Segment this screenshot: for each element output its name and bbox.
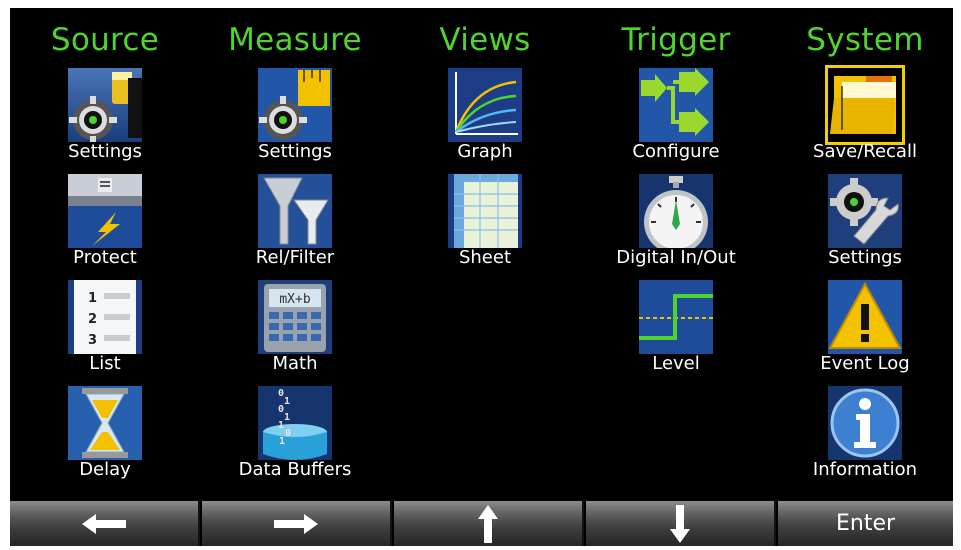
arrow-up-icon [478,504,498,543]
source-settings-tile[interactable]: Settings [50,68,160,170]
trigger-heading: Trigger [621,22,731,58]
folder-icon [825,65,905,145]
digital-io-label: Digital In/Out [616,247,736,268]
delay-tile[interactable]: Delay [50,386,160,488]
event-log-label: Event Log [820,353,910,374]
sheet-tile[interactable]: Sheet [430,174,540,276]
source-heading: Source [50,22,160,58]
up-softkey[interactable] [394,501,584,546]
save-recall-tile[interactable]: Save/Recall [810,65,920,170]
rel-filter-label: Rel/Filter [255,247,335,268]
svg-text:1: 1 [278,420,284,431]
data-buffers-label: Data Buffers [238,459,352,480]
information-label: Information [812,459,918,480]
protect-label: Protect [73,247,137,268]
info-icon [828,386,902,460]
math-tile[interactable]: mX+b Math [240,280,350,382]
level-waveform-icon [639,280,713,354]
save-recall-label: Save/Recall [813,141,917,162]
source-settings-icon [68,68,142,142]
svg-text:1: 1 [88,291,97,306]
math-label: Math [272,353,318,374]
instrument-menu-screen: Source Settings Protect 1 2 3 List Delay… [10,8,953,546]
trigger-configure-label: Configure [632,141,720,162]
data-buffers-icon: 010 1101 [258,386,332,460]
stopwatch-icon [639,174,713,248]
information-tile[interactable]: Information [810,386,920,488]
svg-text:1: 1 [284,396,290,407]
down-softkey[interactable] [586,501,776,546]
svg-text:1: 1 [284,412,290,423]
protect-icon [68,174,142,248]
level-label: Level [652,353,700,374]
enter-label: Enter [835,511,896,536]
arrow-down-icon [670,504,690,543]
svg-text:1: 1 [279,436,285,447]
graph-icon [448,68,522,142]
enter-softkey[interactable]: Enter [778,501,953,546]
system-settings-icon [828,174,902,248]
hourglass-icon [68,386,142,460]
svg-text:2: 2 [88,312,97,327]
softkey-bar: Enter [10,501,953,546]
graph-label: Graph [457,141,513,162]
right-softkey[interactable] [202,501,392,546]
calculator-icon: mX+b [258,280,332,354]
sheet-label: Sheet [458,247,512,268]
delay-label: Delay [79,459,131,480]
trigger-configure-tile[interactable]: Configure [621,68,731,170]
arrow-left-icon [82,513,126,534]
event-log-tile[interactable]: Event Log [810,280,920,382]
source-settings-label: Settings [68,141,142,162]
digital-io-tile[interactable]: Digital In/Out [616,174,736,276]
measure-settings-icon [258,68,332,142]
list-label: List [89,353,121,374]
measure-settings-tile[interactable]: Settings [240,68,350,170]
measure-settings-label: Settings [258,141,332,162]
sheet-icon [448,174,522,248]
graph-tile[interactable]: Graph [430,68,540,170]
arrow-right-icon [274,513,318,534]
list-tile[interactable]: 1 2 3 List [50,280,160,382]
system-settings-label: Settings [828,247,902,268]
measure-heading: Measure [228,22,362,58]
svg-text:mX+b: mX+b [279,292,310,307]
warning-icon [828,280,902,354]
filter-funnel-icon [258,174,332,248]
data-buffers-tile[interactable]: 010 1101 Data Buffers [239,386,351,488]
system-settings-tile[interactable]: Settings [810,174,920,276]
svg-text:0: 0 [285,428,291,439]
trigger-configure-icon [639,68,713,142]
system-heading: System [806,22,924,58]
left-softkey[interactable] [10,501,200,546]
svg-text:3: 3 [88,333,97,348]
rel-filter-tile[interactable]: Rel/Filter [240,174,350,276]
protect-tile[interactable]: Protect [50,174,160,276]
views-heading: Views [439,22,531,58]
level-tile[interactable]: Level [621,280,731,382]
list-icon: 1 2 3 [68,280,142,354]
